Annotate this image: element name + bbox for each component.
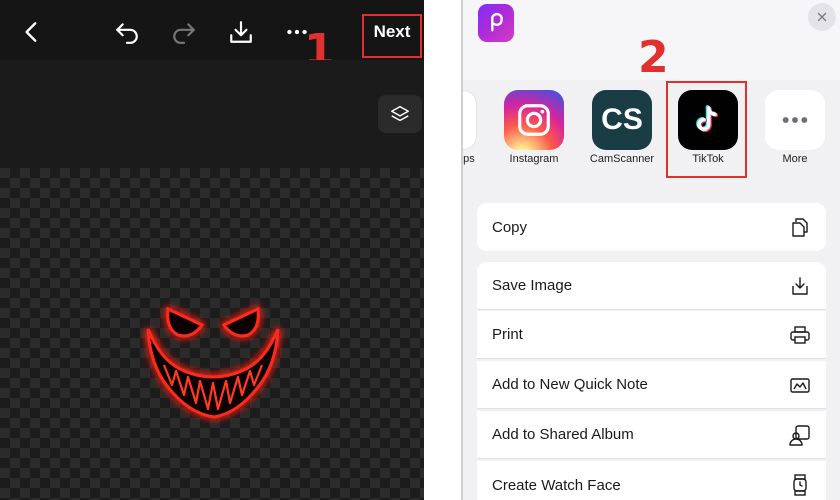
action-print[interactable]: Print (477, 311, 826, 359)
app-partial-icon[interactable] (463, 90, 477, 150)
app-label-instagram: Instagram (509, 153, 559, 165)
editor-toolbar (0, 0, 424, 60)
redo-icon[interactable] (170, 18, 198, 46)
step-2-marker: 2 (638, 32, 669, 83)
picsart-app-icon (478, 4, 514, 42)
camscanner-icon[interactable]: CS (592, 90, 652, 150)
shared-album-icon (789, 424, 810, 446)
action-quick-note-label: Add to New Quick Note (492, 376, 648, 393)
back-icon[interactable] (18, 18, 46, 46)
action-shared-album[interactable]: Add to Shared Album (477, 411, 826, 459)
action-copy[interactable]: Copy (477, 203, 826, 251)
app-label-partial: aps (463, 153, 475, 165)
evil-face-sticker[interactable] (140, 295, 286, 425)
layers-icon (391, 105, 409, 122)
download-icon[interactable] (227, 18, 255, 46)
app-label-camscanner: CamScanner (589, 153, 655, 165)
quick-note-icon (790, 377, 810, 393)
action-save-image-label: Save Image (492, 277, 573, 294)
action-quick-note[interactable]: Add to New Quick Note (477, 361, 826, 409)
close-button[interactable] (808, 3, 836, 31)
print-icon (790, 325, 810, 344)
close-icon (817, 12, 827, 22)
action-save-image[interactable]: Save Image (477, 262, 826, 310)
more-apps-icon[interactable] (765, 90, 825, 150)
action-watch-face[interactable]: Create Watch Face (477, 461, 826, 500)
save-icon (792, 276, 808, 295)
layers-button[interactable] (378, 95, 422, 133)
panel-divider (424, 0, 462, 500)
next-button-label: Next (373, 22, 411, 41)
copy-icon (792, 218, 808, 237)
watch-icon (793, 474, 807, 496)
action-watch-face-label: Create Watch Face (492, 476, 621, 494)
action-copy-label: Copy (492, 218, 528, 236)
tiktok-icon[interactable] (678, 90, 738, 150)
instagram-icon[interactable] (504, 90, 564, 150)
camscanner-badge: CS (601, 103, 643, 136)
next-button[interactable]: Next (362, 14, 422, 58)
action-shared-album-label: Add to Shared Album (492, 426, 634, 443)
share-sheet: 2 aps Instagram CS CamScanner TikTok Mor… (463, 0, 840, 500)
undo-icon[interactable] (113, 18, 141, 46)
action-print-label: Print (492, 326, 523, 343)
editor-panel: 1 Next (0, 0, 424, 500)
editor-toolstrip (0, 60, 424, 168)
app-label-tiktok: TikTok (692, 153, 724, 165)
app-label-more: More (782, 153, 808, 165)
